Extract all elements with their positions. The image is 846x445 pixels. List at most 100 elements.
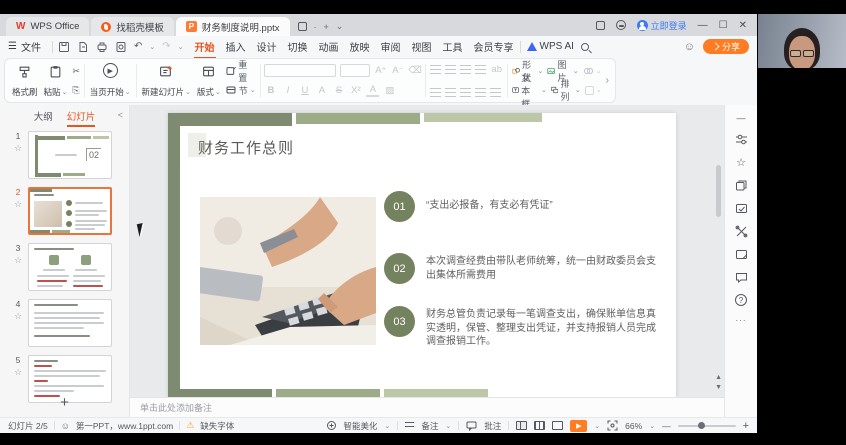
wps-ai-button[interactable]: WPS AI (526, 39, 575, 54)
star-icon[interactable]: ☆ (14, 255, 22, 266)
tab-view[interactable]: 视图 (411, 37, 433, 56)
format-painter-button[interactable]: 格式刷 (9, 62, 41, 99)
increase-indent-icon[interactable] (475, 65, 486, 74)
layers-icon[interactable] (735, 179, 748, 192)
more-tools-icon[interactable]: ··· (736, 316, 747, 325)
highlight-color-button[interactable]: ▨ (383, 85, 396, 96)
cut-button[interactable]: ✂ (72, 64, 80, 78)
smart-beautify-button[interactable]: 智能美化 (344, 420, 378, 432)
undo-icon[interactable]: ↶ (134, 41, 142, 52)
zoom-percentage[interactable]: 66% (625, 421, 642, 431)
share-button[interactable]: 分享 (703, 39, 749, 54)
slide-thumb-4[interactable]: 4☆ (0, 295, 129, 351)
tab-animation[interactable]: 动画 (318, 37, 340, 56)
font-family-select[interactable] (264, 64, 336, 77)
section-button[interactable]: 节⌄ (226, 83, 256, 97)
star-icon[interactable]: ☆ (14, 199, 22, 210)
font-size-select[interactable] (340, 64, 370, 77)
search-icon[interactable] (581, 43, 589, 51)
underline-button[interactable]: U (298, 85, 311, 96)
play-from-current-button[interactable]: ▶ 当页开始⌄ (87, 62, 134, 99)
redo-icon[interactable]: ↷ (162, 41, 170, 52)
skin-settings-icon[interactable] (616, 20, 626, 30)
prev-slide-button[interactable]: ▲ (715, 374, 722, 381)
slideshow-play-button[interactable]: ▶ (570, 420, 587, 432)
decrease-font-button[interactable]: A⁻ (391, 65, 404, 76)
ribbon-expand-button[interactable]: › (604, 62, 611, 99)
tab-document[interactable]: P 财务制度说明.pptx (176, 17, 290, 36)
slide-size-button[interactable]: ⌄ (585, 83, 602, 97)
slide-sorter-view-button[interactable] (534, 421, 545, 430)
slide-thumb-3[interactable]: 3☆ (0, 239, 129, 295)
thumbnail[interactable]: 02 (28, 131, 112, 179)
numbered-list-icon[interactable] (445, 65, 456, 74)
feedback-smiley-icon[interactable]: ☺ (684, 41, 695, 53)
properties-sliders-icon[interactable] (735, 133, 748, 146)
tab-docer-templates[interactable]: 找稻壳模板 (91, 17, 174, 36)
notes-dropdown-icon[interactable]: ⌄ (445, 422, 451, 430)
thumbnail[interactable] (28, 243, 112, 291)
maximize-button[interactable]: ☐ (719, 20, 728, 31)
align-right-icon[interactable] (460, 88, 471, 97)
star-icon[interactable]: ☆ (14, 367, 22, 378)
tab-member[interactable]: 会员专享 (473, 37, 515, 56)
align-left-icon[interactable] (430, 88, 441, 97)
favorites-star-icon[interactable]: ☆ (736, 156, 746, 169)
bullet-list-icon[interactable] (430, 65, 441, 74)
beautify-dropdown-icon[interactable]: ⌄ (385, 422, 391, 430)
layout-button[interactable]: 版式⌄ (194, 62, 224, 99)
tab-review[interactable]: 审阅 (380, 37, 402, 56)
thumbnail[interactable] (28, 187, 112, 235)
point-item-3[interactable]: 03 财务总管负责记录每一笔调查支出，确保账单信息真实透明，保管、整理支出凭证，… (384, 306, 664, 349)
export-pdf-icon[interactable] (77, 41, 89, 53)
increase-font-button[interactable]: A⁺ (374, 65, 387, 76)
collapse-panel-icon[interactable]: < (118, 110, 123, 120)
slide-canvas[interactable]: 财务工作总则 (130, 105, 724, 417)
paste-dropdown-icon[interactable]: ⌄ (62, 88, 68, 96)
image-check-icon[interactable] (735, 202, 748, 215)
slide-thumb-2-selected[interactable]: 2☆ (0, 183, 129, 239)
qat-customize-icon[interactable]: ⌄ (178, 43, 184, 51)
workspace-icon[interactable] (596, 21, 605, 30)
merge-shapes-button[interactable]: ⌄ (583, 64, 602, 78)
slide-thumb-1[interactable]: 1☆ 02 (0, 127, 129, 183)
comment-button[interactable]: 批注 (484, 420, 501, 432)
tab-insert[interactable]: 插入 (225, 37, 247, 56)
notes-button[interactable]: 备注 (421, 420, 438, 432)
comment-bubble-icon[interactable] (735, 271, 748, 284)
align-center-icon[interactable] (445, 88, 456, 97)
line-spacing-icon[interactable] (490, 88, 501, 97)
new-slide-button[interactable]: 新建幻灯片⌄ (138, 62, 193, 99)
new-slide-dropdown-icon[interactable]: ⌄ (185, 88, 191, 96)
file-menu[interactable]: ☰ 文件 (8, 39, 41, 54)
tab-outline[interactable]: 大纲 (34, 109, 53, 123)
clear-format-icon[interactable]: ⌫ (408, 65, 421, 76)
add-slide-button[interactable]: + (0, 394, 129, 411)
next-slide-button[interactable]: ▼ (715, 384, 722, 391)
superscript-button[interactable]: X² (349, 85, 362, 96)
strikethrough-button[interactable]: S (332, 85, 345, 96)
copy-button[interactable]: ⎘ (72, 83, 80, 97)
play-mode-dropdown-icon[interactable]: ⌄ (594, 422, 600, 430)
minimize-button[interactable]: — (698, 20, 708, 31)
slide[interactable]: 财务工作总则 (168, 113, 676, 398)
help-icon[interactable]: ? (735, 294, 747, 306)
close-button[interactable]: ✕ (739, 20, 747, 31)
point-item-2[interactable]: 02 本次调查经费由带队老师统筹，统一由财政委员会支出集体所需费用 (384, 253, 664, 284)
star-icon[interactable]: ☆ (14, 143, 22, 154)
zoom-slider[interactable] (678, 425, 736, 427)
picture-button[interactable]: 图片⌄ (547, 64, 578, 78)
justify-icon[interactable] (475, 88, 486, 97)
tab-wps-office[interactable]: W WPS Office (6, 17, 89, 36)
tab-overview-icon[interactable] (298, 22, 307, 31)
font-color-button[interactable]: A (366, 84, 379, 97)
tab-list-dropdown-icon[interactable]: ⌄ (336, 21, 344, 32)
zoom-slider-knob[interactable] (698, 422, 705, 429)
reset-button[interactable]: 重置 (226, 64, 256, 78)
collapse-rail-icon[interactable]: — (737, 113, 746, 123)
frame-icon[interactable] (735, 248, 748, 261)
slide-title[interactable]: 财务工作总则 (198, 137, 294, 158)
tab-transition[interactable]: 切换 (287, 37, 309, 56)
char-border-button[interactable]: A (315, 85, 328, 96)
normal-view-button[interactable] (516, 421, 527, 430)
